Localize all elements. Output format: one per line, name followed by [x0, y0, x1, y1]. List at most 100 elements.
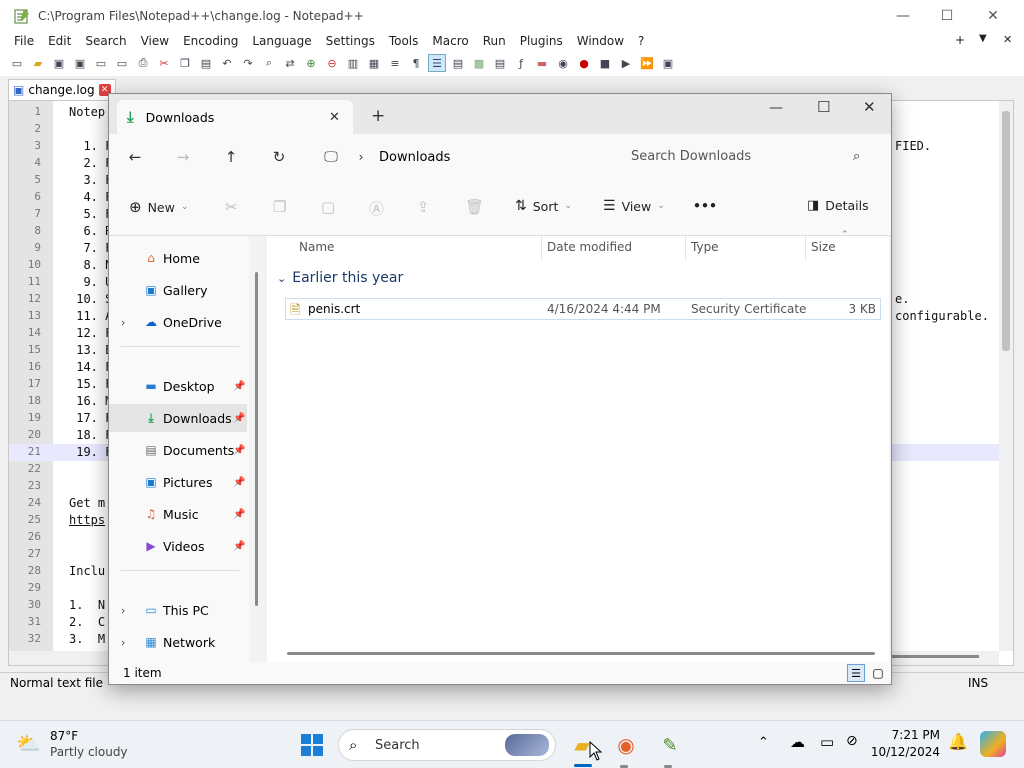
copy-icon[interactable]: ❐: [176, 54, 194, 72]
menu-file[interactable]: File: [0, 34, 41, 48]
column-divider[interactable]: [805, 236, 806, 260]
paste-icon[interactable]: ▢: [321, 198, 335, 216]
search-box[interactable]: Search Downloads ⌕: [617, 140, 879, 172]
print-icon[interactable]: ⎙: [134, 54, 152, 72]
network-icon[interactable]: ▭: [820, 733, 834, 751]
notification-bell-icon[interactable]: 🔔: [948, 732, 968, 751]
save-macro-icon[interactable]: ▣: [659, 54, 677, 72]
new-file-icon[interactable]: ▭: [8, 54, 26, 72]
sidebar-item-gallery[interactable]: ▣ Gallery: [109, 276, 247, 304]
column-header-size[interactable]: Size: [811, 240, 836, 254]
sidebar-item-desktop[interactable]: ▬ Desktop 📌: [109, 372, 247, 400]
doc-list-icon[interactable]: ▤: [491, 54, 509, 72]
details-view-icon[interactable]: ☰: [847, 664, 865, 682]
indent-guide-icon[interactable]: ☰: [428, 54, 446, 72]
start-windows-icon[interactable]: [300, 733, 324, 757]
file-row[interactable]: 🗎 penis.crt 4/16/2024 4:44 PM Security C…: [285, 298, 881, 320]
notepadpp-taskbar-icon[interactable]: ✎: [654, 729, 686, 761]
menu-plugins[interactable]: Plugins: [513, 34, 570, 48]
menu-settings[interactable]: Settings: [319, 34, 382, 48]
details-button[interactable]: ◨ Details: [807, 198, 869, 213]
redo-icon[interactable]: ↷: [239, 54, 257, 72]
volume-mute-icon[interactable]: ⊘: [846, 733, 858, 749]
close-doc-icon[interactable]: ✕: [996, 33, 1019, 46]
column-header-type[interactable]: Type: [691, 240, 719, 254]
column-header-date[interactable]: Date modified: [547, 240, 632, 254]
h-scrollbar-thumb[interactable]: [889, 655, 979, 658]
breadcrumb-downloads[interactable]: Downloads: [379, 150, 450, 165]
zoom-in-icon[interactable]: ⊕: [302, 54, 320, 72]
vertical-scrollbar[interactable]: [999, 101, 1013, 651]
taskbar-search-box[interactable]: ⌕ Search: [338, 729, 556, 761]
copilot-icon[interactable]: [980, 731, 1006, 757]
menu-macro[interactable]: Macro: [425, 34, 475, 48]
sidebar-item-home[interactable]: ⌂ Home: [109, 244, 247, 272]
clock-date[interactable]: 10/12/2024: [866, 745, 940, 759]
rename-icon[interactable]: Ⓐ: [369, 198, 384, 219]
new-button[interactable]: ⊕ New ⌄: [129, 198, 188, 216]
code-link[interactable]: https: [69, 513, 105, 527]
back-arrow-icon[interactable]: ←: [121, 144, 149, 170]
tiles-view-icon[interactable]: ▢: [869, 664, 887, 682]
chevron-right-icon[interactable]: ›: [121, 316, 125, 329]
share-icon[interactable]: ⇪: [417, 198, 430, 216]
delete-icon[interactable]: 🗑: [465, 198, 484, 216]
sidebar-item-network[interactable]: › ▦ Network: [109, 628, 247, 656]
udl-icon[interactable]: ▤: [449, 54, 467, 72]
menu-help[interactable]: ?: [631, 34, 651, 48]
doc-map-icon[interactable]: ▩: [470, 54, 488, 72]
tab-list-chevron-icon[interactable]: ▼: [972, 33, 994, 44]
pin-icon[interactable]: 📌: [233, 445, 245, 456]
save-icon[interactable]: ▣: [50, 54, 68, 72]
pin-icon[interactable]: 📌: [233, 381, 245, 392]
pin-icon[interactable]: 📌: [233, 477, 245, 488]
run-macro-multiple-icon[interactable]: ⏩: [638, 54, 656, 72]
forward-arrow-icon[interactable]: →: [169, 144, 197, 170]
tab-close-icon[interactable]: ✕: [329, 110, 340, 125]
more-options-icon[interactable]: •••: [693, 198, 717, 213]
column-divider[interactable]: [541, 236, 542, 260]
replace-icon[interactable]: ⇄: [281, 54, 299, 72]
search-icon[interactable]: ⌕: [853, 149, 860, 164]
minimize-button[interactable]: —: [769, 100, 783, 116]
maximize-button[interactable]: ☐: [924, 0, 970, 32]
cloud-offline-icon[interactable]: ☁: [790, 733, 805, 751]
monitoring-eye-icon[interactable]: ◉: [554, 54, 572, 72]
weather-widget[interactable]: ⛅ 87°F Partly cloudy: [16, 729, 156, 763]
pin-icon[interactable]: 📌: [233, 541, 245, 552]
menu-encoding[interactable]: Encoding: [176, 34, 245, 48]
menu-search[interactable]: Search: [78, 34, 133, 48]
scrollbar-thumb[interactable]: [1002, 111, 1010, 351]
sidebar-item-this-pc[interactable]: › ▭ This PC: [109, 596, 247, 624]
up-arrow-icon[interactable]: ↑: [217, 144, 245, 170]
pin-icon[interactable]: 📌: [233, 509, 245, 520]
firefox-icon[interactable]: ◉: [610, 729, 642, 761]
maximize-button[interactable]: ☐: [817, 98, 830, 116]
sidebar-item-onedrive[interactable]: › ☁ OneDrive: [109, 308, 247, 336]
close-button[interactable]: ✕: [970, 0, 1016, 32]
clock-time[interactable]: 7:21 PM: [866, 728, 940, 742]
sidebar-item-downloads[interactable]: ⤓ Downloads 📌: [109, 404, 247, 432]
show-all-chars-icon[interactable]: ¶: [407, 54, 425, 72]
chevron-right-icon[interactable]: ›: [121, 604, 125, 617]
sidebar-item-documents[interactable]: ▤ Documents 📌: [109, 436, 247, 464]
view-button[interactable]: ☰ View ⌄: [603, 198, 665, 214]
undo-icon[interactable]: ↶: [218, 54, 236, 72]
breadcrumb-chevron-icon[interactable]: ›: [347, 144, 375, 170]
menu-edit[interactable]: Edit: [41, 34, 78, 48]
folder-workspace-icon[interactable]: ▬: [533, 54, 551, 72]
close-all-icon[interactable]: ▭: [113, 54, 131, 72]
new-tab-plus-icon[interactable]: +: [948, 33, 972, 47]
column-divider[interactable]: [685, 236, 686, 260]
pin-icon[interactable]: 📌: [233, 413, 245, 424]
record-macro-icon[interactable]: ●: [575, 54, 593, 72]
tray-chevron-up-icon[interactable]: ⌃: [758, 735, 769, 750]
menu-language[interactable]: Language: [245, 34, 318, 48]
menu-tools[interactable]: Tools: [382, 34, 426, 48]
sync-h-icon[interactable]: ▦: [365, 54, 383, 72]
monitor-icon[interactable]: 🖵: [317, 144, 345, 170]
copy-icon[interactable]: ❐: [273, 198, 286, 216]
sync-v-icon[interactable]: ▥: [344, 54, 362, 72]
new-tab-plus-icon[interactable]: +: [371, 106, 385, 126]
tab-downloads[interactable]: ⤓ Downloads ✕: [117, 100, 353, 134]
